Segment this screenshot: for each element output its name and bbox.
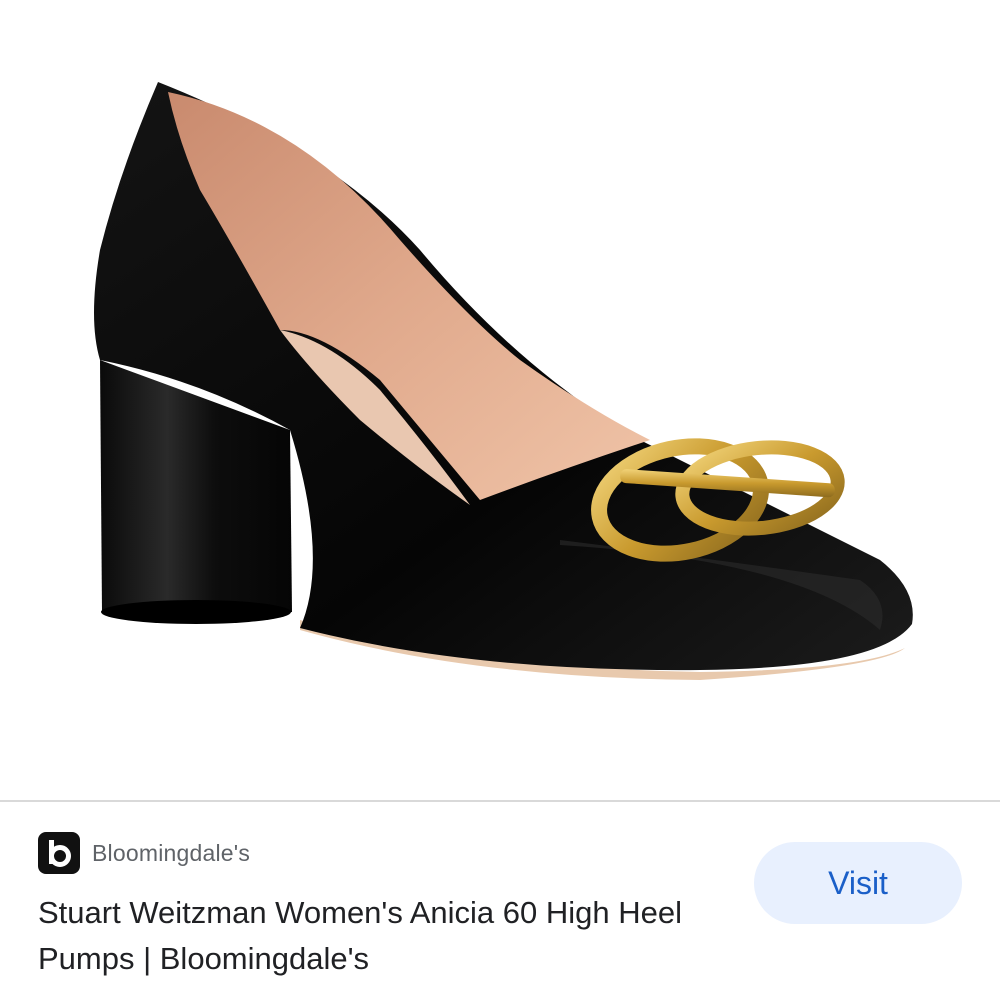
shoe-illustration bbox=[94, 82, 913, 680]
heel-cap bbox=[101, 600, 291, 624]
bloomingdales-b-icon bbox=[38, 832, 80, 874]
favicon-glyph bbox=[49, 840, 71, 867]
source-row[interactable]: Bloomingdale's bbox=[38, 832, 250, 874]
product-title[interactable]: Stuart Weitzman Women's Anicia 60 High H… bbox=[38, 890, 718, 982]
result-info: Bloomingdale's Stuart Weitzman Women's A… bbox=[0, 802, 1000, 1000]
product-image[interactable] bbox=[0, 0, 1000, 800]
visit-button[interactable]: Visit bbox=[754, 842, 962, 924]
source-name: Bloomingdale's bbox=[92, 839, 251, 866]
search-result-page: Bloomingdale's Stuart Weitzman Women's A… bbox=[0, 0, 1000, 1000]
